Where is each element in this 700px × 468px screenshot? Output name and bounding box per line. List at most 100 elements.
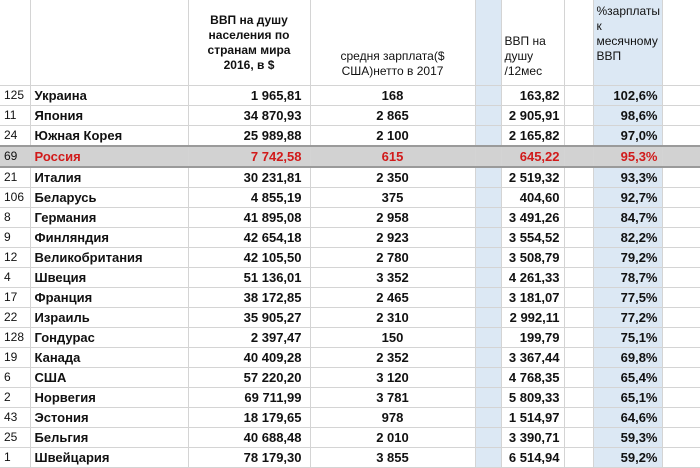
pct-cell[interactable]: 69,8% [593, 347, 663, 368]
rank-cell[interactable]: 12 [0, 247, 31, 268]
gdp-month-cell[interactable]: 2 905,91 [501, 105, 565, 126]
gdp-cell[interactable]: 38 172,85 [188, 287, 311, 308]
gdp-cell[interactable]: 30 231,81 [188, 167, 311, 188]
rank-cell[interactable]: 9 [0, 227, 31, 248]
rank-cell[interactable]: 2 [0, 387, 31, 408]
empty-cell[interactable] [662, 327, 700, 348]
spacer-cell[interactable] [564, 267, 594, 288]
rank-cell[interactable]: 11 [0, 105, 31, 126]
rank-cell[interactable]: 24 [0, 125, 31, 147]
header-rank[interactable] [0, 0, 31, 86]
rank-cell[interactable]: 22 [0, 307, 31, 328]
rank-cell[interactable]: 8 [0, 207, 31, 228]
gdp-month-cell[interactable]: 4 261,33 [501, 267, 565, 288]
spacer-cell[interactable] [475, 167, 502, 188]
empty-cell[interactable] [662, 105, 700, 126]
empty-cell[interactable] [662, 267, 700, 288]
gdp-cell[interactable]: 2 397,47 [188, 327, 311, 348]
country-cell[interactable]: Италия [30, 167, 189, 188]
spacer-cell[interactable] [475, 327, 502, 348]
gdp-cell[interactable]: 7 742,58 [188, 145, 311, 168]
salary-cell[interactable]: 2 958 [310, 207, 476, 228]
gdp-cell[interactable]: 40 409,28 [188, 347, 311, 368]
country-cell[interactable]: Франция [30, 287, 189, 308]
gdp-month-cell[interactable]: 5 809,33 [501, 387, 565, 408]
salary-cell[interactable]: 2 923 [310, 227, 476, 248]
gdp-month-cell[interactable]: 1 514,97 [501, 407, 565, 428]
empty-cell[interactable] [662, 387, 700, 408]
spacer-cell[interactable] [564, 125, 594, 147]
empty-cell[interactable] [662, 145, 700, 168]
salary-cell[interactable]: 2 350 [310, 167, 476, 188]
empty-cell[interactable] [662, 227, 700, 248]
salary-cell[interactable]: 2 310 [310, 307, 476, 328]
spacer-cell[interactable] [564, 167, 594, 188]
spacer-cell[interactable] [564, 407, 594, 428]
gdp-cell[interactable]: 51 136,01 [188, 267, 311, 288]
spacer-cell[interactable] [475, 105, 502, 126]
rank-cell[interactable]: 69 [0, 145, 31, 168]
gdp-month-cell[interactable]: 4 768,35 [501, 367, 565, 388]
spacer-cell[interactable] [475, 307, 502, 328]
rank-cell[interactable]: 19 [0, 347, 31, 368]
rank-cell[interactable]: 106 [0, 187, 31, 208]
country-cell[interactable]: Финляндия [30, 227, 189, 248]
pct-cell[interactable]: 77,5% [593, 287, 663, 308]
spacer-cell[interactable] [475, 207, 502, 228]
empty-cell[interactable] [662, 207, 700, 228]
country-cell[interactable]: США [30, 367, 189, 388]
spacer-cell[interactable] [564, 105, 594, 126]
pct-cell[interactable]: 64,6% [593, 407, 663, 428]
country-cell[interactable]: Швеция [30, 267, 189, 288]
salary-cell[interactable]: 3 120 [310, 367, 476, 388]
spacer-cell[interactable] [564, 145, 594, 168]
salary-cell[interactable]: 2 780 [310, 247, 476, 268]
salary-cell[interactable]: 168 [310, 85, 476, 106]
gdp-cell[interactable]: 18 179,65 [188, 407, 311, 428]
gdp-cell[interactable]: 57 220,20 [188, 367, 311, 388]
rank-cell[interactable]: 4 [0, 267, 31, 288]
pct-cell[interactable]: 75,1% [593, 327, 663, 348]
spacer-cell[interactable] [564, 207, 594, 228]
gdp-cell[interactable]: 40 688,48 [188, 427, 311, 448]
empty-cell[interactable] [662, 287, 700, 308]
salary-cell[interactable]: 375 [310, 187, 476, 208]
salary-cell[interactable]: 2 010 [310, 427, 476, 448]
header-spacer[interactable] [564, 0, 594, 86]
spacer-cell[interactable] [475, 347, 502, 368]
pct-cell[interactable]: 59,3% [593, 427, 663, 448]
spacer-cell[interactable] [475, 407, 502, 428]
country-cell[interactable]: Япония [30, 105, 189, 126]
spacer-cell[interactable] [475, 125, 502, 147]
empty-cell[interactable] [662, 125, 700, 147]
rank-cell[interactable]: 17 [0, 287, 31, 308]
country-cell[interactable]: Великобритания [30, 247, 189, 268]
pct-cell[interactable]: 102,6% [593, 85, 663, 106]
pct-cell[interactable]: 93,3% [593, 167, 663, 188]
gdp-month-cell[interactable]: 163,82 [501, 85, 565, 106]
empty-cell[interactable] [662, 307, 700, 328]
country-cell[interactable]: Бельгия [30, 427, 189, 448]
pct-cell[interactable]: 84,7% [593, 207, 663, 228]
pct-cell[interactable]: 97,0% [593, 125, 663, 147]
gdp-month-cell[interactable]: 3 367,44 [501, 347, 565, 368]
salary-cell[interactable]: 978 [310, 407, 476, 428]
salary-cell[interactable]: 150 [310, 327, 476, 348]
empty-cell[interactable] [662, 247, 700, 268]
spacer-cell[interactable] [564, 307, 594, 328]
gdp-cell[interactable]: 4 855,19 [188, 187, 311, 208]
spacer-cell[interactable] [475, 367, 502, 388]
rank-cell[interactable]: 21 [0, 167, 31, 188]
salary-cell[interactable]: 615 [310, 145, 476, 168]
header-empty[interactable] [662, 0, 700, 86]
header-gdp-month[interactable]: ВВП на душу /12мес [501, 0, 565, 86]
pct-cell[interactable]: 98,6% [593, 105, 663, 126]
empty-cell[interactable] [662, 347, 700, 368]
gdp-cell[interactable]: 41 895,08 [188, 207, 311, 228]
gdp-cell[interactable]: 35 905,27 [188, 307, 311, 328]
spacer-cell[interactable] [475, 387, 502, 408]
gdp-month-cell[interactable]: 3 491,26 [501, 207, 565, 228]
salary-cell[interactable]: 3 352 [310, 267, 476, 288]
rank-cell[interactable]: 128 [0, 327, 31, 348]
header-pct[interactable]: %зарплаты к месячному ВВП [593, 0, 663, 86]
